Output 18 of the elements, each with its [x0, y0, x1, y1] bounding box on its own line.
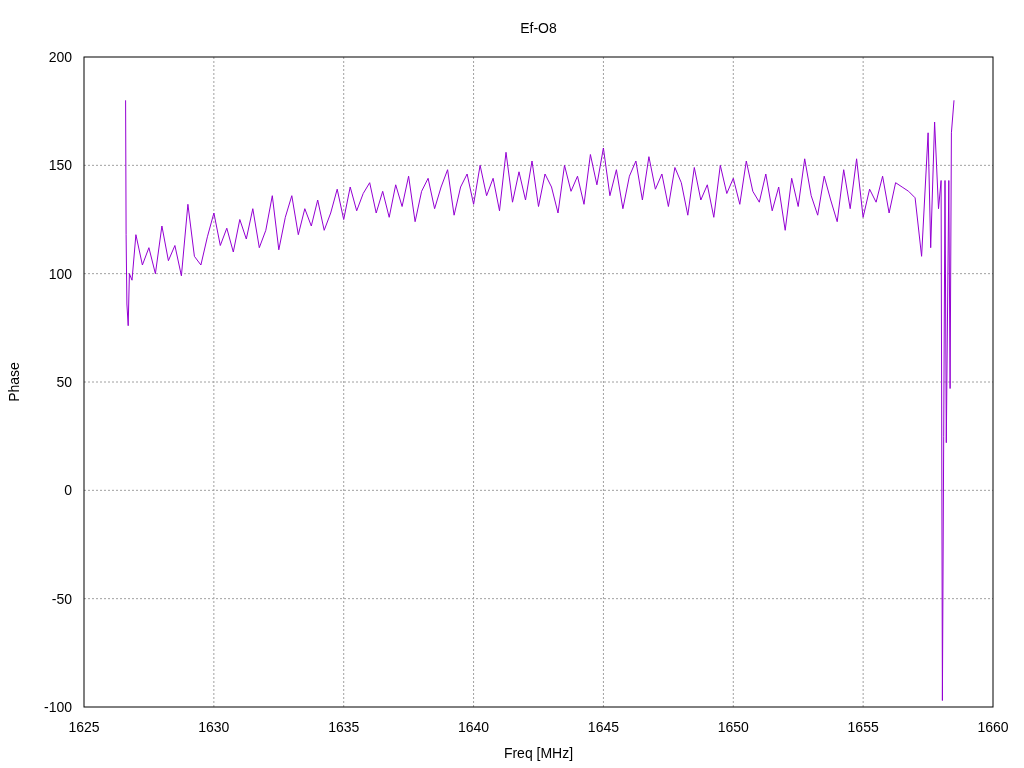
tick-label: 200 [48, 49, 72, 65]
tick-label: 1635 [328, 719, 360, 735]
tick-label: 1630 [198, 719, 230, 735]
y-axis-label: Phase [6, 362, 22, 402]
tick-label: 1655 [847, 719, 879, 735]
tick-label: 1645 [587, 719, 619, 735]
chart-title: Ef-O8 [520, 20, 557, 36]
tick-label: 1660 [977, 719, 1009, 735]
tick-label: 1625 [68, 719, 100, 735]
tick-label: 0 [64, 482, 72, 499]
tick-label: 150 [48, 157, 72, 174]
tick-label: -100 [43, 699, 72, 715]
tick-label: -50 [51, 590, 72, 607]
tick-label: 1640 [458, 719, 490, 735]
tick-label: 1650 [717, 719, 749, 735]
x-axis-label: Freq [MHz] [503, 745, 574, 761]
tick-label: 100 [48, 265, 72, 282]
tick-label: 50 [56, 374, 72, 390]
